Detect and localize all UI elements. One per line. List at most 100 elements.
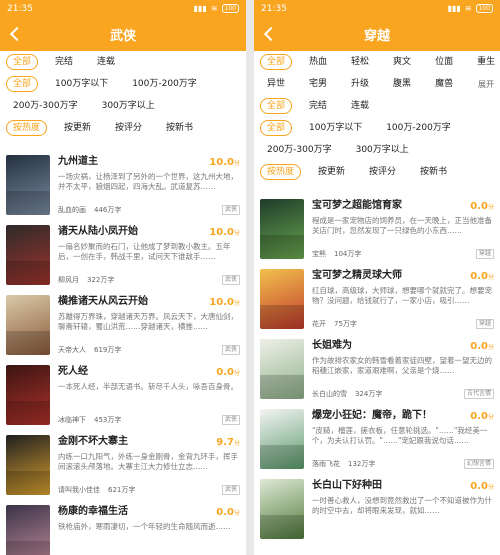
filter-chip[interactable]: 300万字以上 [349, 142, 416, 158]
filter-row: 全部 热血 轻松 爽文 位面 重生 [254, 51, 500, 73]
filter-chip[interactable]: 宅男 [302, 76, 334, 92]
filter-chip[interactable]: 异世 [260, 76, 292, 92]
filter-chip[interactable]: 按更新 [57, 120, 98, 136]
book-title[interactable]: 长姐难为 [312, 339, 494, 353]
book-info: 长白山下好种田 0.0分 一时善心救人，没想到竟然救出了一个不知道被作为什的时空中去… [312, 479, 494, 539]
book-info: 宝可梦之精灵球大师 0.0分 红自球，高级球，大师球，想要哪个就就完了。想要宠物？没… [312, 269, 494, 329]
filter-chip[interactable]: 全部 [6, 76, 39, 92]
book-item[interactable]: 长姐难为 0.0分 作为故排农家女的韩雪看着家徒四壁，望着一望无边的稻穗江嵌家，家道… [254, 333, 500, 403]
book-word-count: 324万字 [355, 390, 383, 398]
book-info: 金刚不坏大寨主 9.7分 内练一口九阳气，外练一身金刚骨，金背九环手，挥手间滚滚头颅… [58, 435, 240, 495]
book-item[interactable]: 横推诸天从风云开始 10.0分 苏離得万界珠，穿越诸天万界。风云天下，大唐仙剑，聊斋… [0, 289, 246, 359]
filter-chip[interactable]: 魔兽 [428, 76, 460, 92]
book-item[interactable]: 长白山下好种田 0.0分 一时善心救人，没想到竟然救出了一个不知道被作为什的时空中去… [254, 473, 500, 543]
filter-panel: 全部 热血 轻松 爽文 位面 重生 异世 宅男 升级 腹黑 魔兽 展开 全部 完结 连载 全部 100万字以下 1… [254, 51, 500, 183]
book-cover[interactable] [260, 199, 304, 259]
filter-chip[interactable]: 全部 [260, 54, 293, 70]
filter-chip[interactable]: 按评分 [108, 120, 149, 136]
filter-chip[interactable]: 轻松 [344, 54, 376, 70]
nav-bar: 武侠 [0, 17, 246, 51]
filter-chip[interactable]: 爽文 [386, 54, 418, 70]
book-description: 一时善心救人，没想到竟然救出了一个不知道被作为什的时空中去，却将眼来发现，就如…… [312, 496, 492, 515]
book-cover[interactable] [6, 295, 50, 355]
book-title[interactable]: 爆宠小狂妃：魔帝，跪下！ [312, 409, 494, 423]
status-bar: 21:35 ▮▮▮ ≋ 100 [0, 0, 246, 17]
book-item[interactable]: 九州道主 10.0分 一场灾祸，让杨泽到了另外的一个世界，这九州大地，并不太平，狼烟… [0, 149, 246, 219]
score-value: 0.0 [470, 201, 488, 212]
book-title[interactable]: 长白山下好种田 [312, 479, 494, 493]
score-unit: 分 [487, 204, 494, 211]
book-item[interactable]: 死人经 0.0分 一本死人经，半部无语书。斩尽千人头，咏吾百身骨。 冰临神下 453万字… [0, 359, 246, 429]
filter-chip[interactable]: 腹黑 [386, 76, 418, 92]
book-title[interactable]: 宝可梦之超能馆育家 [312, 199, 494, 213]
filter-chip[interactable]: 按热度 [260, 164, 302, 180]
score-value: 0.0 [216, 507, 234, 518]
score-unit: 分 [233, 300, 240, 307]
filter-chip[interactable]: 升级 [344, 76, 376, 92]
score-value: 0.0 [470, 481, 488, 492]
score-value: 0.0 [216, 367, 234, 378]
filter-chip[interactable]: 200万-300万字 [6, 98, 85, 114]
filter-chip[interactable]: 100万字以下 [302, 120, 369, 136]
filter-chip[interactable]: 连载 [344, 98, 376, 114]
book-description: "皮糙，榴莲，搓衣板，任意轮挑选。"……"我经美一个，为夫认打认罚。"……"宠妃… [312, 426, 488, 445]
filter-chip[interactable]: 按新书 [413, 164, 454, 180]
filter-chip[interactable]: 全部 [260, 120, 293, 136]
filter-chip[interactable]: 完结 [48, 54, 80, 70]
filter-chip[interactable]: 100万-200万字 [379, 120, 458, 136]
book-item[interactable]: 爆宠小狂妃：魔帝，跪下！ 0.0分 "皮糙，榴莲，搓衣板，任意轮挑选。"……"我经美… [254, 403, 500, 473]
book-author: 花开 [312, 320, 326, 328]
filter-chip[interactable]: 按新书 [159, 120, 200, 136]
book-title[interactable]: 杨康的幸福生活 [58, 505, 240, 519]
book-cover[interactable] [260, 479, 304, 539]
book-cover[interactable] [6, 225, 50, 285]
book-info: 死人经 0.0分 一本死人经，半部无语书。斩尽千人头，咏吾百身骨。 冰临神下 453万字… [58, 365, 240, 425]
book-author: 柳风月 [58, 276, 79, 284]
book-item[interactable]: 宝可梦之精灵球大师 0.0分 红自球，高级球，大师球，想要哪个就就完了。想要宠物？没… [254, 263, 500, 333]
filter-chip[interactable]: 连载 [90, 54, 122, 70]
filter-row: 全部 100万字以下 100万-200万字 [254, 117, 500, 139]
filter-chip[interactable]: 全部 [6, 54, 39, 70]
filter-chip[interactable]: 100万字以下 [48, 76, 115, 92]
book-item[interactable]: 金刚不坏大寨主 9.7分 内练一口九阳气，外练一身金刚骨，金背九环手，挥手间滚滚头颅… [0, 429, 246, 499]
score-unit: 分 [487, 414, 494, 421]
book-item[interactable]: 杨康的幸福生活 0.0分 铁枪庙外，寒雨凄切，一个年轻的生命随风而逝…… [0, 499, 246, 555]
filter-chip[interactable]: 按热度 [6, 120, 48, 136]
book-title[interactable]: 宝可梦之精灵球大师 [312, 269, 494, 283]
book-item[interactable]: 宝可梦之超能馆育家 0.0分 程成是一家宠物店的饲养员，在一天晚上，正当他准备关店门… [254, 193, 500, 263]
book-title[interactable]: 死人经 [58, 365, 240, 379]
filter-chip[interactable]: 重生 [470, 54, 500, 70]
book-word-count: 75万字 [334, 320, 357, 328]
book-item[interactable]: 诸天从陆小凤开始 10.0分 一扇名妙聚而的石门，让他成了梦到教小教主。五年后，一创… [0, 219, 246, 289]
book-cover[interactable] [6, 365, 50, 425]
filter-chip[interactable]: 100万-200万字 [125, 76, 204, 92]
book-cover[interactable] [6, 435, 50, 495]
book-score: 0.0分 [470, 201, 494, 212]
score-unit: 分 [233, 510, 240, 517]
book-info: 爆宠小狂妃：魔帝，跪下！ 0.0分 "皮糙，榴莲，搓衣板，任意轮挑选。"……"我经美… [312, 409, 494, 469]
filter-chip[interactable]: 按更新 [311, 164, 352, 180]
right-phone-screen: 21:35 ▮▮▮ ≋ 100 穿越 全部 热血 轻松 爽文 位面 重生 异世 宅男 升级 腹黑魔… [254, 0, 500, 555]
book-cover[interactable] [6, 505, 50, 555]
book-meta: 冰临神下 453万字 武侠 [58, 415, 240, 425]
book-info: 横推诸天从风云开始 10.0分 苏離得万界珠，穿越诸天万界。风云天下，大唐仙剑，聊斋… [58, 295, 240, 355]
back-arrow-icon[interactable] [260, 25, 278, 43]
book-title[interactable]: 金刚不坏大寨主 [58, 435, 240, 449]
book-cover[interactable] [260, 269, 304, 329]
filter-chip[interactable]: 位面 [428, 54, 460, 70]
book-author: 长白山的雪 [312, 390, 347, 398]
score-value: 10.0 [209, 227, 234, 238]
filter-chip[interactable]: 200万-300万字 [260, 142, 339, 158]
page-title: 武侠 [109, 28, 136, 44]
book-cover[interactable] [260, 339, 304, 399]
filter-chip[interactable]: 300万字以上 [95, 98, 162, 114]
book-cover[interactable] [260, 409, 304, 469]
expand-toggle[interactable]: 展开 [478, 79, 494, 90]
filter-chip[interactable]: 全部 [260, 98, 293, 114]
book-cover[interactable] [6, 155, 50, 215]
filter-chip[interactable]: 热血 [302, 54, 334, 70]
filter-chip[interactable]: 按评分 [362, 164, 403, 180]
filter-row: 按热度 按更新 按评分 按新书 [0, 117, 246, 139]
filter-chip[interactable]: 完结 [302, 98, 334, 114]
back-arrow-icon[interactable] [6, 25, 24, 43]
